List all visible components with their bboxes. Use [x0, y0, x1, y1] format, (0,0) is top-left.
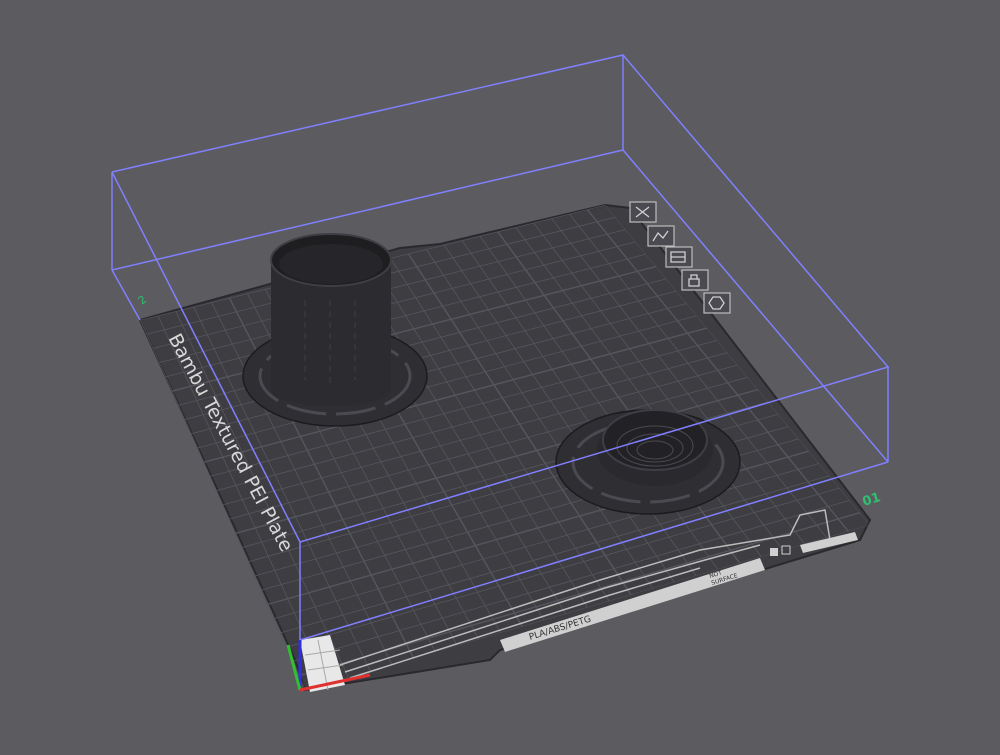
- gear-icon[interactable]: [703, 292, 731, 314]
- print-bed[interactable]: [138, 203, 872, 692]
- auto-arrange-icon[interactable]: [647, 225, 675, 247]
- close-icon[interactable]: [629, 201, 657, 223]
- plate-settings-icon[interactable]: [665, 246, 693, 268]
- scene-svg: Bambu Textured PEI Plate PLA/ABS/PETG NO…: [111, 54, 890, 692]
- 3d-viewport[interactable]: Bambu Textured PEI Plate PLA/ABS/PETG NO…: [0, 0, 1000, 750]
- left-marker: 2: [136, 293, 150, 307]
- bed-surface[interactable]: [138, 203, 872, 692]
- plate-number: 01: [861, 490, 883, 510]
- model-spool-flange[interactable]: [555, 409, 741, 515]
- lock-icon[interactable]: [681, 269, 709, 291]
